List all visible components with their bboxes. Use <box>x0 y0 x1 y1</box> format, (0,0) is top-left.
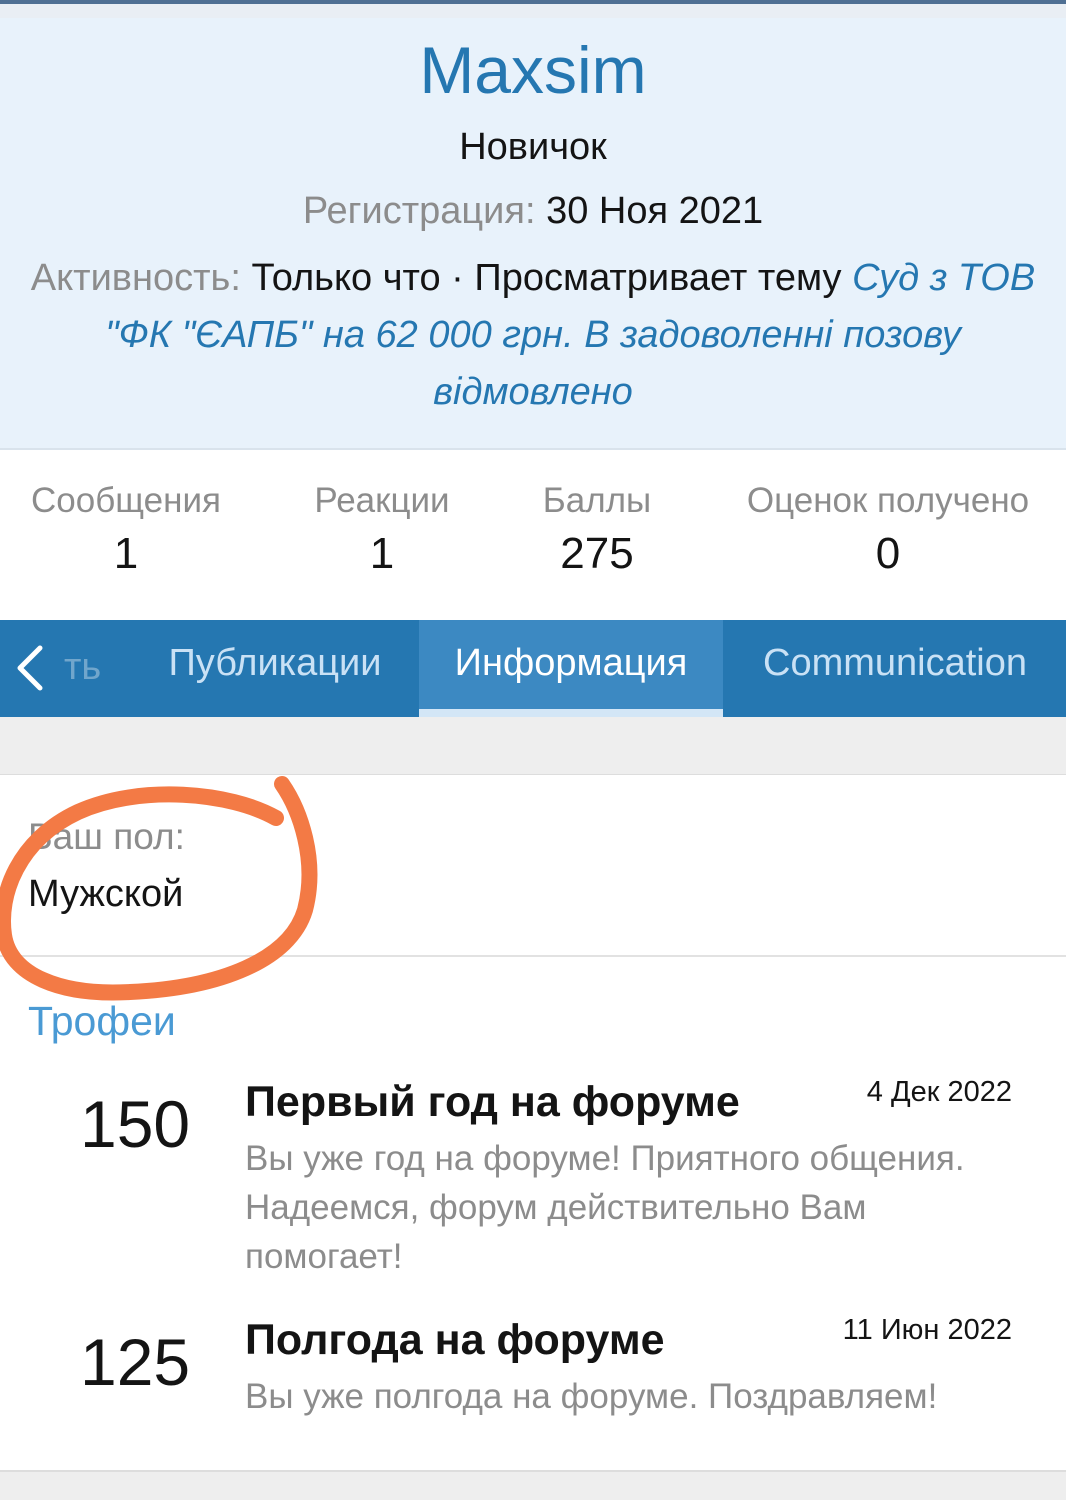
registration-row: Регистрация: 30 Ноя 2021 <box>0 186 1066 236</box>
trophy-title: Первый год на форуме <box>245 1078 740 1126</box>
stat-value: 1 <box>369 529 395 578</box>
stat-label: Баллы <box>542 481 652 520</box>
member-stats: Сообщения 1 Реакции 1 Баллы 275 Оценок п… <box>0 450 1066 620</box>
user-title: Новичок <box>459 126 607 168</box>
activity-text: Только что · Просматривает тему <box>251 257 842 299</box>
top-app-bar <box>0 0 1066 18</box>
stat-value: 0 <box>875 529 901 578</box>
trophy-title: Полгода на форуме <box>245 1316 665 1364</box>
section-divider <box>0 717 1066 775</box>
trophy-description: Вы уже полгода на форуме. Поздравляем! <box>245 1377 938 1416</box>
stat-value: 275 <box>560 529 634 578</box>
stat-value: 1 <box>113 529 139 578</box>
trophy-item: 125 Полгода на форуме 11 Июн 2022 Вы уже… <box>0 1310 1066 1430</box>
tab-information[interactable]: Информация <box>419 620 723 717</box>
tab-publications[interactable]: Публикации <box>140 620 410 717</box>
registration-date: 30 Ноя 2021 <box>546 190 764 232</box>
trophy-points: 150 <box>80 1087 191 1161</box>
profile-header: Maxsim Новичок Регистрация: 30 Ноя 2021 … <box>0 18 1066 450</box>
username[interactable]: Maxsim <box>0 30 1066 110</box>
stat-label: Сообщения <box>31 481 221 520</box>
trophy-date: 4 Дек 2022 <box>866 1076 1012 1108</box>
bottom-divider <box>0 1470 1066 1500</box>
stat-ratings-received[interactable]: Оценок получено 0 <box>732 478 1044 584</box>
trophy-description: Вы уже год на форуме! Приятного общения.… <box>245 1139 965 1276</box>
trophies-heading[interactable]: Трофеи <box>28 994 176 1048</box>
tab-hidden-partial: ть <box>64 646 102 688</box>
stat-reactions[interactable]: Реакции 1 <box>282 478 482 584</box>
stat-label: Оценок получено <box>746 481 1030 520</box>
trophy-item: 150 Первый год на форуме 4 Дек 2022 Вы у… <box>0 1072 1066 1282</box>
tabs-scroll-left-button[interactable]: ть <box>0 620 110 717</box>
stat-label: Реакции <box>314 481 450 520</box>
stat-messages[interactable]: Сообщения 1 <box>26 478 226 584</box>
tab-communication[interactable]: Communication <box>738 620 1052 717</box>
trophy-date: 11 Июн 2022 <box>842 1314 1012 1346</box>
stat-points[interactable]: Баллы 275 <box>497 478 697 584</box>
profile-tabs: ть Публикации Информация Communication <box>0 620 1066 717</box>
activity-label: Активность: <box>30 257 241 299</box>
registration-label: Регистрация: <box>302 190 536 232</box>
activity-row: Активность: Только что · Просматривает т… <box>30 250 1036 421</box>
trophy-points: 125 <box>80 1325 191 1399</box>
hand-drawn-circle-annotation <box>0 776 318 1001</box>
